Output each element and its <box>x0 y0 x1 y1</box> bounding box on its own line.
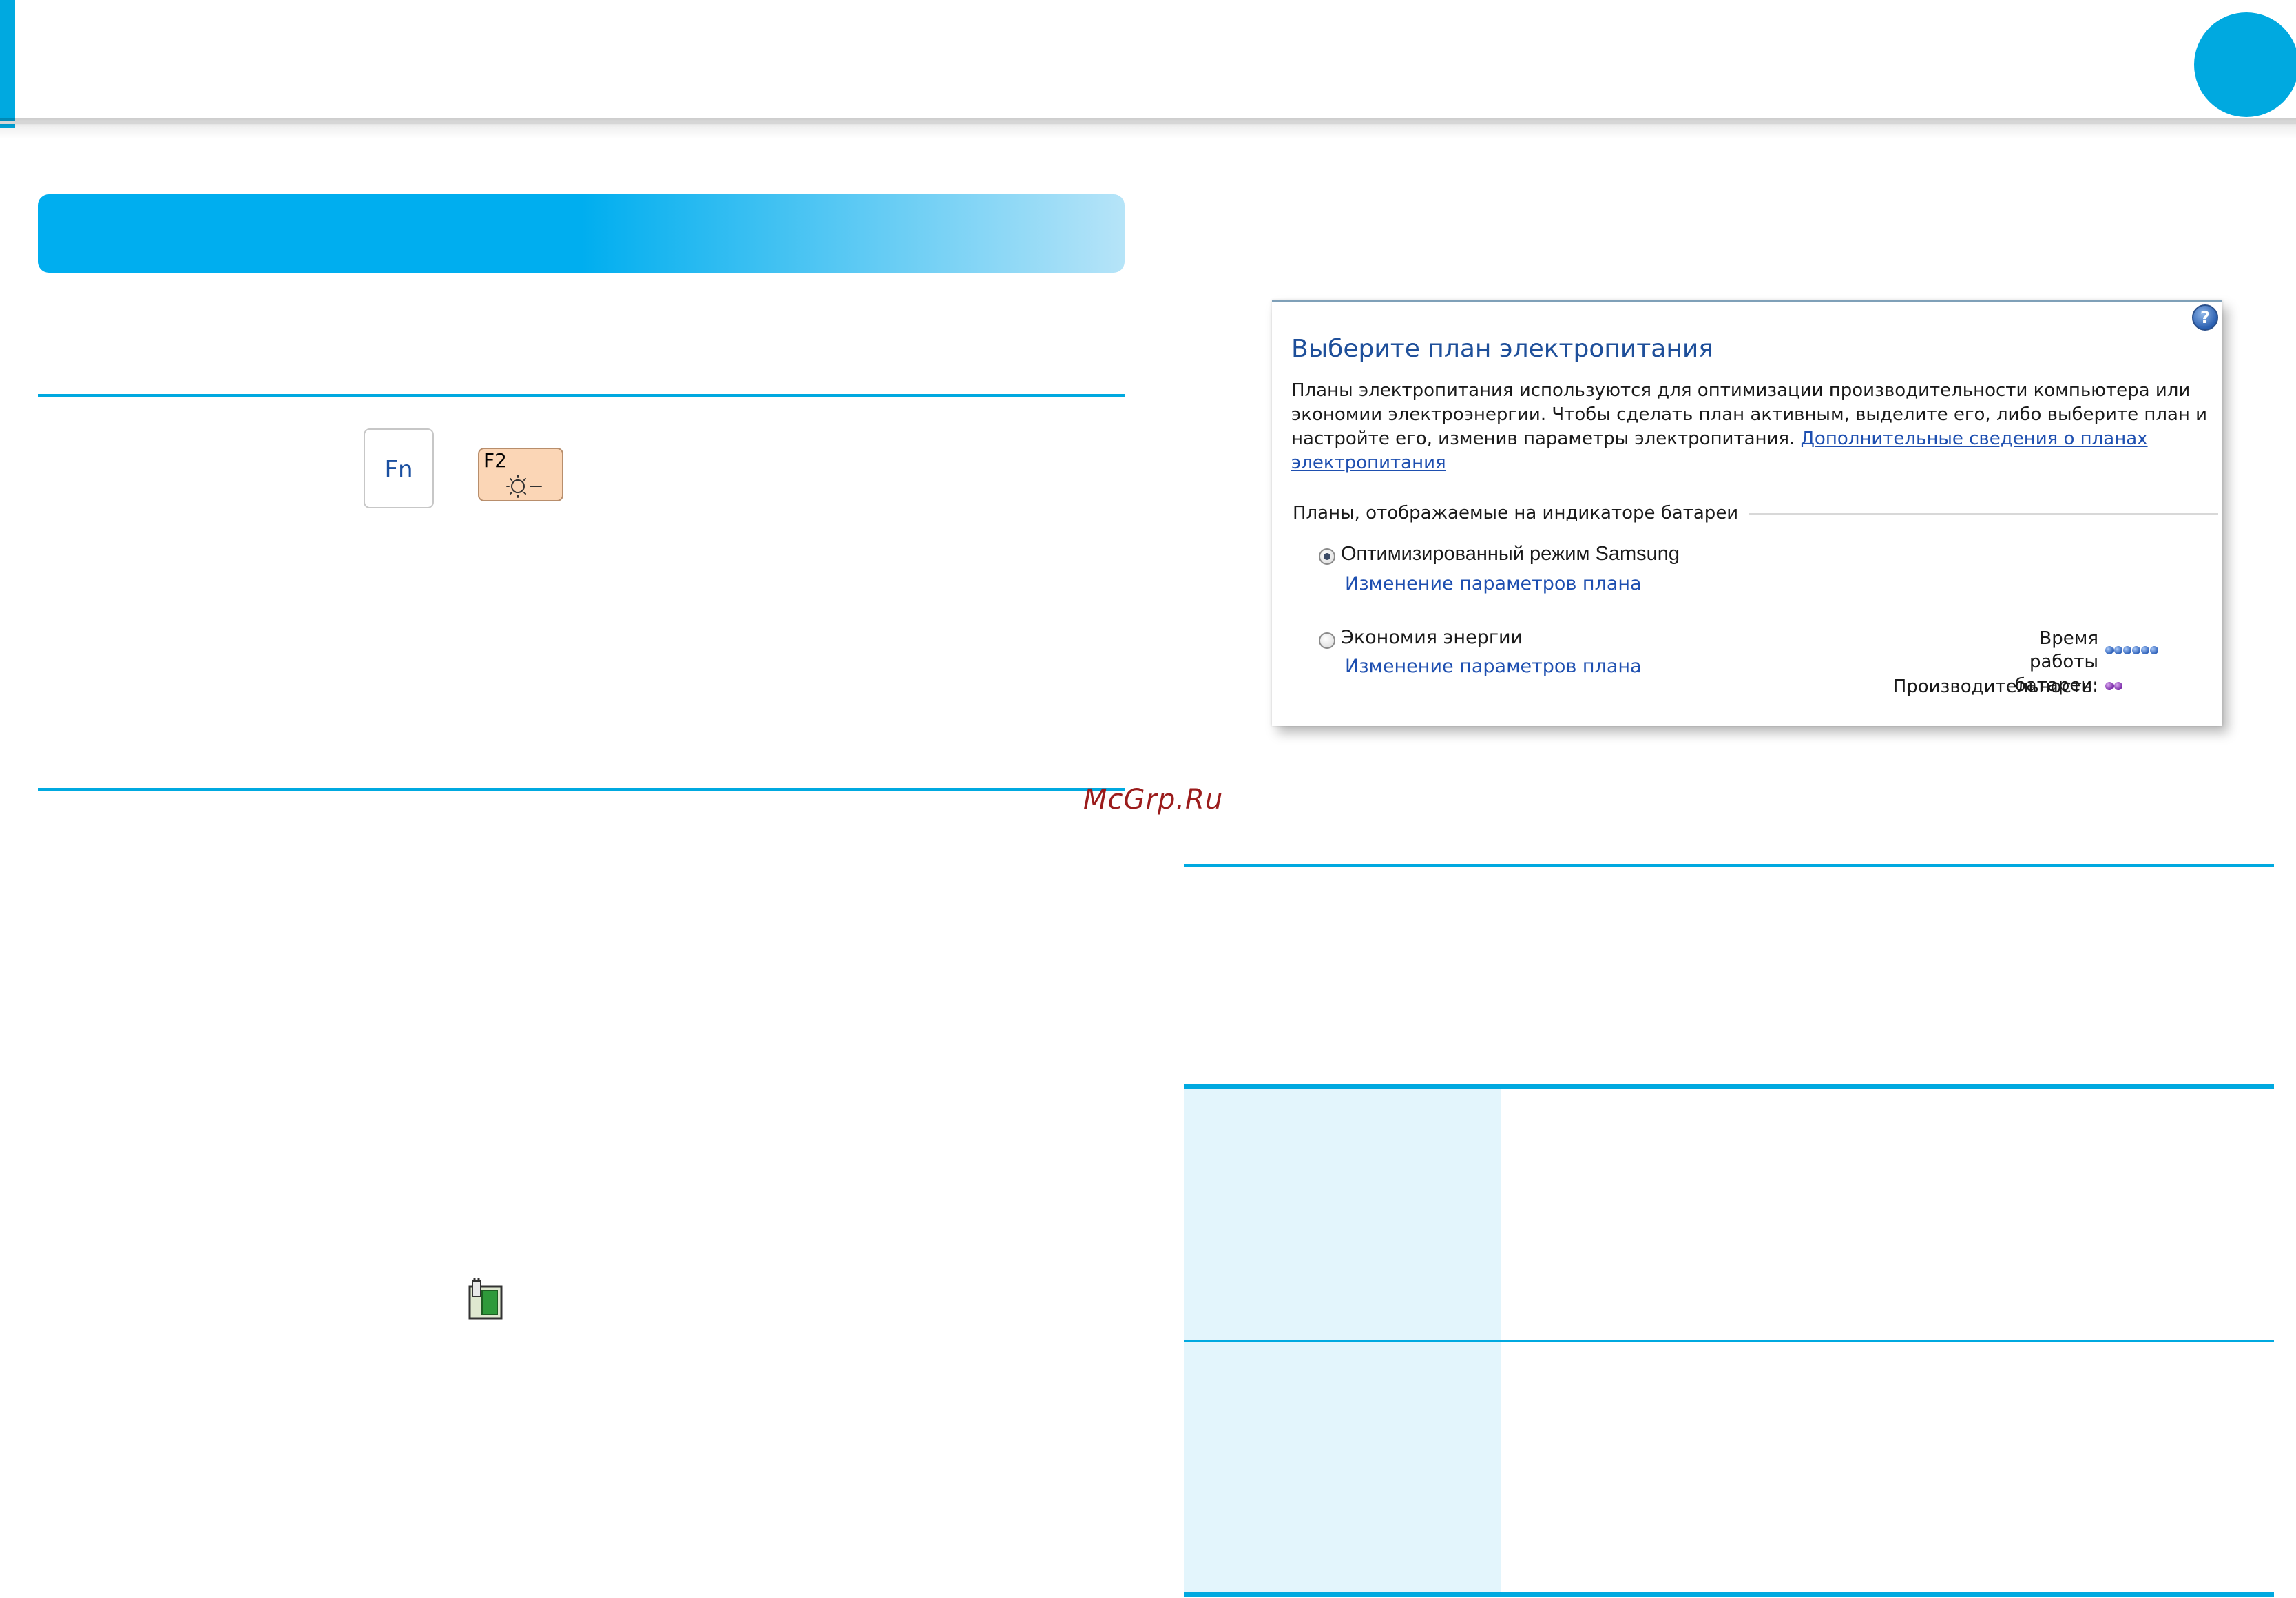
section-divider <box>38 394 1125 397</box>
plans-group-label: Планы, отображаемые на индикаторе батаре… <box>1293 503 1750 523</box>
section-title-banner <box>38 194 1125 273</box>
fn-key-label: Fn <box>384 456 413 484</box>
power-plan-window: ? Выберите план электропитания Планы эле… <box>1272 300 2222 726</box>
section-divider <box>1184 864 2274 867</box>
f2-key: F2 <box>478 448 563 501</box>
plan-radio-power-saver[interactable] <box>1319 632 1335 649</box>
watermark: McGrp.Ru <box>1083 784 1224 816</box>
fn-key: Fn <box>364 428 434 508</box>
plan-name[interactable]: Экономия энергии <box>1341 627 1523 648</box>
table-row-label-cell <box>1184 1089 1501 1341</box>
section-divider <box>38 788 1125 791</box>
rating-dot <box>2132 646 2140 654</box>
help-icon[interactable]: ? <box>2192 304 2218 331</box>
table-bottom-border <box>1184 1592 2274 1597</box>
change-plan-settings-link[interactable]: Изменение параметров плана <box>1345 656 1642 677</box>
window-top-border <box>1272 300 2222 302</box>
page-number-badge <box>2194 12 2296 117</box>
rating-dot <box>2105 682 2114 690</box>
table-top-border <box>1184 1084 2274 1089</box>
rating-dot <box>2114 646 2122 654</box>
battery-life-rating <box>2105 646 2158 654</box>
header-divider <box>0 121 2296 124</box>
power-plan-description: Планы электропитания используются для оп… <box>1291 379 2214 475</box>
performance-label: Производительность: <box>1892 676 2098 697</box>
change-plan-settings-link[interactable]: Изменение параметров плана <box>1345 573 1642 594</box>
rating-dot <box>2150 646 2158 654</box>
brightness-down-icon <box>506 475 542 498</box>
f2-key-label: F2 <box>483 449 507 472</box>
header-accent-bar <box>0 0 15 128</box>
table-row-label-cell <box>1184 1342 1501 1592</box>
plan-name[interactable]: Оптимизированный режим Samsung <box>1341 543 1680 565</box>
rating-dot <box>2123 646 2131 654</box>
plan-radio-samsung-optimized[interactable] <box>1319 548 1335 565</box>
rating-dot <box>2141 646 2149 654</box>
rating-dot <box>2105 646 2114 654</box>
power-plan-title: Выберите план электропитания <box>1291 335 1713 363</box>
performance-rating <box>2105 682 2122 690</box>
rating-dot <box>2114 682 2122 690</box>
battery-power-icon <box>468 1278 503 1320</box>
